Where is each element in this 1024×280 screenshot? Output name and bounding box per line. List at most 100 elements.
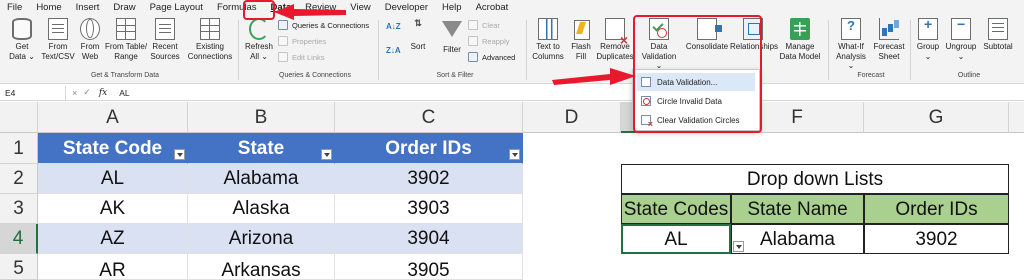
sort-a-z-button[interactable]: A↓Z xyxy=(386,22,404,31)
tab-insert[interactable]: Insert xyxy=(69,0,107,16)
ungroup-icon xyxy=(951,18,971,40)
row-header-2[interactable]: 2 xyxy=(0,164,38,194)
column-header-a[interactable]: A xyxy=(38,102,188,133)
ribbon: Get Data ⌄ From Text/CSV From Web From T… xyxy=(0,16,1024,84)
sort-button[interactable]: ⇅ Sort xyxy=(406,18,430,52)
enter-icon[interactable]: ✓ xyxy=(83,87,91,98)
name-box[interactable]: E4 xyxy=(0,85,66,100)
insert-function-icon[interactable]: fx xyxy=(99,88,107,98)
dropdown-header-cell[interactable]: State Codes xyxy=(621,194,731,224)
sort-z-a-button[interactable]: Z↓A xyxy=(386,46,404,55)
table-cell[interactable]: AK xyxy=(38,194,188,224)
subtotal-button[interactable]: Subtotal xyxy=(980,18,1016,52)
table-cell[interactable]: 3903 xyxy=(335,194,523,224)
table-cell[interactable]: 3905 xyxy=(335,254,523,280)
separator xyxy=(828,20,829,80)
what-if-icon xyxy=(841,18,861,40)
manage-data-model-button[interactable]: Manage Data Model xyxy=(778,18,822,61)
annotation-arrow-icon xyxy=(552,68,636,85)
table-header-cell[interactable]: Order IDs xyxy=(335,133,523,164)
remove-duplicates-button[interactable]: Remove Duplicates xyxy=(596,18,634,61)
filter-dropdown-icon[interactable] xyxy=(321,149,332,160)
dropdown-header-cell[interactable]: Order IDs xyxy=(864,194,1009,224)
refresh-all-button[interactable]: Refresh All ⌄ xyxy=(242,18,276,61)
from-web-button[interactable]: From Web xyxy=(78,18,102,61)
tab-page-layout[interactable]: Page Layout xyxy=(143,0,210,16)
annotation-box-data-validation xyxy=(633,15,762,133)
tab-acrobat[interactable]: Acrobat xyxy=(469,0,516,16)
from-table-range-button[interactable]: From Table/ Range xyxy=(104,18,148,61)
group-label-queries: Queries & Connections xyxy=(279,72,351,79)
tab-help[interactable]: Help xyxy=(435,0,469,16)
table-cell[interactable]: Arkansas xyxy=(188,254,335,280)
table-cell[interactable]: 3904 xyxy=(335,224,523,254)
row-header-5[interactable]: 5 xyxy=(0,254,38,280)
table-cell[interactable]: AR xyxy=(38,254,188,280)
sort-icon: ⇅ xyxy=(414,18,422,28)
group-label-outline: Outline xyxy=(957,72,981,79)
tab-home[interactable]: Home xyxy=(29,0,68,16)
column-header-c[interactable]: C xyxy=(335,102,523,133)
group-label-sort-filter: Sort & Filter xyxy=(436,72,474,79)
formula-bar: E4 × ✓ fx AL xyxy=(0,85,1024,101)
table-header-cell[interactable]: State xyxy=(188,133,335,164)
tab-draw[interactable]: Draw xyxy=(106,0,142,16)
column-header-d[interactable]: D xyxy=(523,102,621,133)
select-all-corner[interactable] xyxy=(0,102,38,133)
edit-links-icon xyxy=(278,52,288,62)
text-to-columns-button[interactable]: Text to Columns xyxy=(530,18,566,61)
existing-connections-button[interactable]: Existing Connections xyxy=(186,18,234,61)
table-cell[interactable]: AZ xyxy=(38,224,188,254)
tab-developer[interactable]: Developer xyxy=(378,0,435,16)
remove-duplicates-icon xyxy=(605,18,628,45)
cell-dropdown-arrow-icon[interactable] xyxy=(733,241,744,252)
filter-dropdown-icon[interactable] xyxy=(509,149,520,160)
text-to-columns-icon xyxy=(538,18,558,40)
filter-icon xyxy=(442,21,462,43)
menu-bar: File Home Insert Draw Page Layout Formul… xyxy=(0,0,1024,16)
column-header-b[interactable]: B xyxy=(188,102,335,133)
formula-input[interactable]: AL xyxy=(119,88,129,98)
what-if-analysis-button[interactable]: What-If Analysis ⌄ xyxy=(832,18,870,71)
get-data-button[interactable]: Get Data ⌄ xyxy=(6,18,38,61)
table-cell[interactable]: Arizona xyxy=(188,224,335,254)
from-text-csv-button[interactable]: From Text/CSV xyxy=(40,18,76,61)
table-cell[interactable]: Alabama xyxy=(188,164,335,194)
dropdown-header-cell[interactable]: State Name xyxy=(731,194,864,224)
tab-file[interactable]: File xyxy=(0,0,29,16)
table-cell[interactable]: AL xyxy=(38,164,188,194)
row-header-3[interactable]: 3 xyxy=(0,194,38,224)
subtotal-icon xyxy=(988,18,1008,40)
database-icon xyxy=(12,18,32,40)
dropdown-value-cell[interactable]: Alabama xyxy=(731,224,864,254)
filter-button[interactable]: Filter xyxy=(440,18,464,55)
globe-icon xyxy=(80,18,100,40)
separator xyxy=(526,20,527,80)
selected-cell-e4[interactable]: AL xyxy=(621,224,731,254)
table-cell[interactable]: Alaska xyxy=(188,194,335,224)
recent-sources-button[interactable]: Recent Sources xyxy=(150,18,180,61)
group-button[interactable]: Group ⌄ xyxy=(914,18,942,61)
table-header-cell[interactable]: State Code xyxy=(38,133,188,164)
separator xyxy=(238,20,239,80)
properties-button[interactable]: Properties xyxy=(278,36,326,46)
edit-links-button[interactable]: Edit Links xyxy=(278,52,325,62)
flash-fill-button[interactable]: Flash Fill xyxy=(568,18,594,61)
advanced-button[interactable]: Advanced xyxy=(468,52,515,62)
dropdown-title-cell[interactable]: Drop down Lists xyxy=(621,164,1009,194)
group-label-get-transform: Get & Transform Data xyxy=(90,72,160,79)
reapply-button[interactable]: Reapply xyxy=(468,36,510,46)
clear-filter-icon xyxy=(468,20,478,30)
row-header-4[interactable]: 4 xyxy=(0,224,38,254)
refresh-icon xyxy=(249,18,269,40)
cancel-icon[interactable]: × xyxy=(72,88,77,98)
table-cell[interactable]: 3902 xyxy=(335,164,523,194)
clear-button[interactable]: Clear xyxy=(468,20,500,30)
dropdown-value-cell[interactable]: 3902 xyxy=(864,224,1009,254)
forecast-sheet-button[interactable]: Forecast Sheet xyxy=(872,18,906,61)
row-header-1[interactable]: 1 xyxy=(0,133,38,164)
column-header-g[interactable]: G xyxy=(864,102,1009,133)
properties-icon xyxy=(278,36,288,46)
ungroup-button[interactable]: Ungroup ⌄ xyxy=(944,18,978,61)
filter-dropdown-icon[interactable] xyxy=(174,149,185,160)
